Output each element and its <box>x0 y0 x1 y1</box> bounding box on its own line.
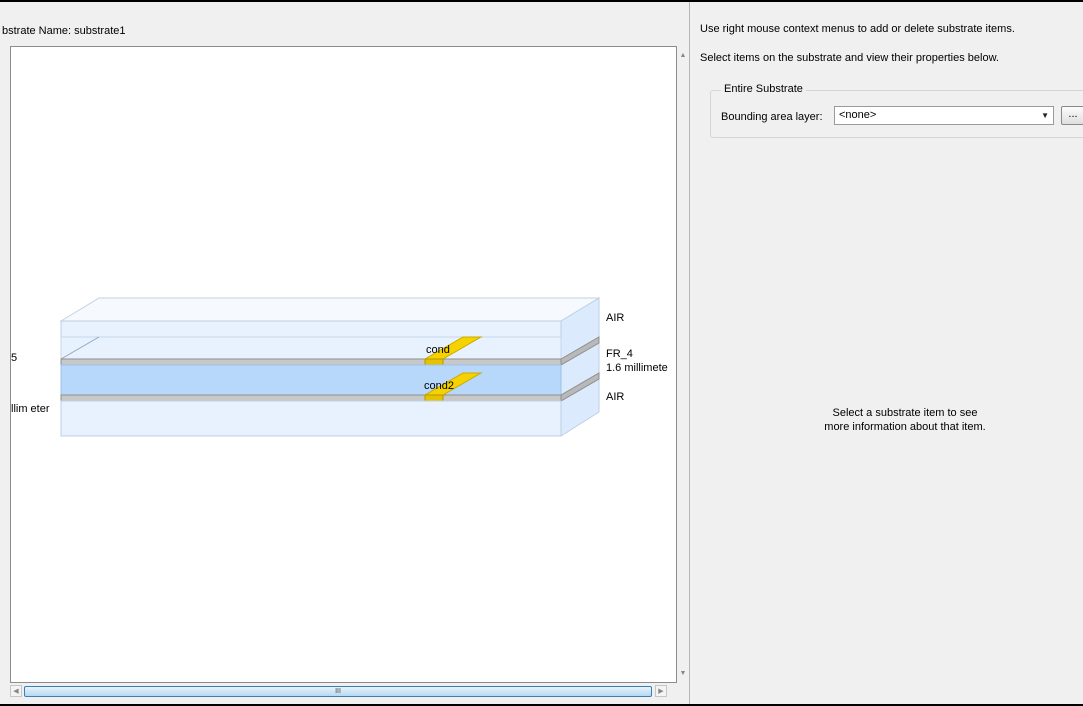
vertical-scrollbar[interactable]: ▲ ▼ <box>677 46 689 683</box>
air-bottom-layer[interactable] <box>60 400 562 437</box>
substrate-name-label: bstrate Name: substrate1 <box>2 25 126 37</box>
info-line-1: Select a substrate item to see <box>832 407 978 419</box>
chevron-down-icon[interactable]: ▼ <box>1041 107 1049 124</box>
scroll-right-icon[interactable]: ▶ <box>655 685 667 697</box>
context-menu-hint: Use right mouse context menus to add or … <box>700 23 1015 35</box>
cut-label-top: 5 <box>11 352 17 364</box>
air-top-front[interactable] <box>60 320 562 338</box>
bounding-area-label: Bounding area layer: <box>721 111 823 123</box>
entire-substrate-title: Entire Substrate <box>721 83 806 95</box>
select-items-hint: Select items on the substrate and view t… <box>700 52 999 64</box>
entire-substrate-group: Entire Substrate Bounding area layer: <n… <box>710 83 1083 138</box>
horizontal-scrollbar[interactable]: ◀ III ▶ <box>10 683 677 700</box>
info-line-2: more information about that item. <box>824 421 986 433</box>
item-info-placeholder: Select a substrate item to see more info… <box>805 406 1005 434</box>
cond2-label: cond2 <box>424 380 454 392</box>
air-upper-layer[interactable] <box>60 336 562 360</box>
fr4-layer[interactable] <box>60 364 562 396</box>
browse-button[interactable]: ... <box>1061 106 1083 125</box>
properties-pane: Use right mouse context menus to add or … <box>690 2 1083 704</box>
scroll-down-icon[interactable]: ▼ <box>679 670 687 677</box>
fr4-thickness-label: 1.6 millimete <box>606 362 668 374</box>
scroll-up-icon[interactable]: ▲ <box>679 52 687 59</box>
view-edge <box>0 46 10 683</box>
horizontal-scroll-thumb[interactable]: III <box>24 686 652 697</box>
substrate-diagram: 5 llim eter cond cond2 AIR FR_4 1.6 mill… <box>11 297 668 437</box>
cond-trace-end <box>424 358 444 366</box>
cond2-trace-end <box>424 394 444 402</box>
stack-right-side <box>560 297 600 437</box>
cut-label-bottom: llim eter <box>11 403 50 415</box>
air-top-roof <box>59 297 601 322</box>
bounding-area-value: <none> <box>839 109 877 121</box>
air-top-label: AIR <box>606 312 624 324</box>
substrate-view-pane: bstrate Name: substrate1 5 llim eter con… <box>0 2 690 704</box>
metal-plane-1[interactable] <box>60 358 562 366</box>
bounding-area-select[interactable]: <none> ▼ <box>834 106 1054 125</box>
substrate-canvas[interactable]: 5 llim eter cond cond2 AIR FR_4 1.6 mill… <box>10 46 677 683</box>
air-bottom-label: AIR <box>606 391 624 403</box>
metal-plane-2[interactable] <box>60 394 562 402</box>
cond-label: cond <box>426 344 450 356</box>
scroll-left-icon[interactable]: ◀ <box>10 685 22 697</box>
fr4-label: FR_4 <box>606 348 633 360</box>
